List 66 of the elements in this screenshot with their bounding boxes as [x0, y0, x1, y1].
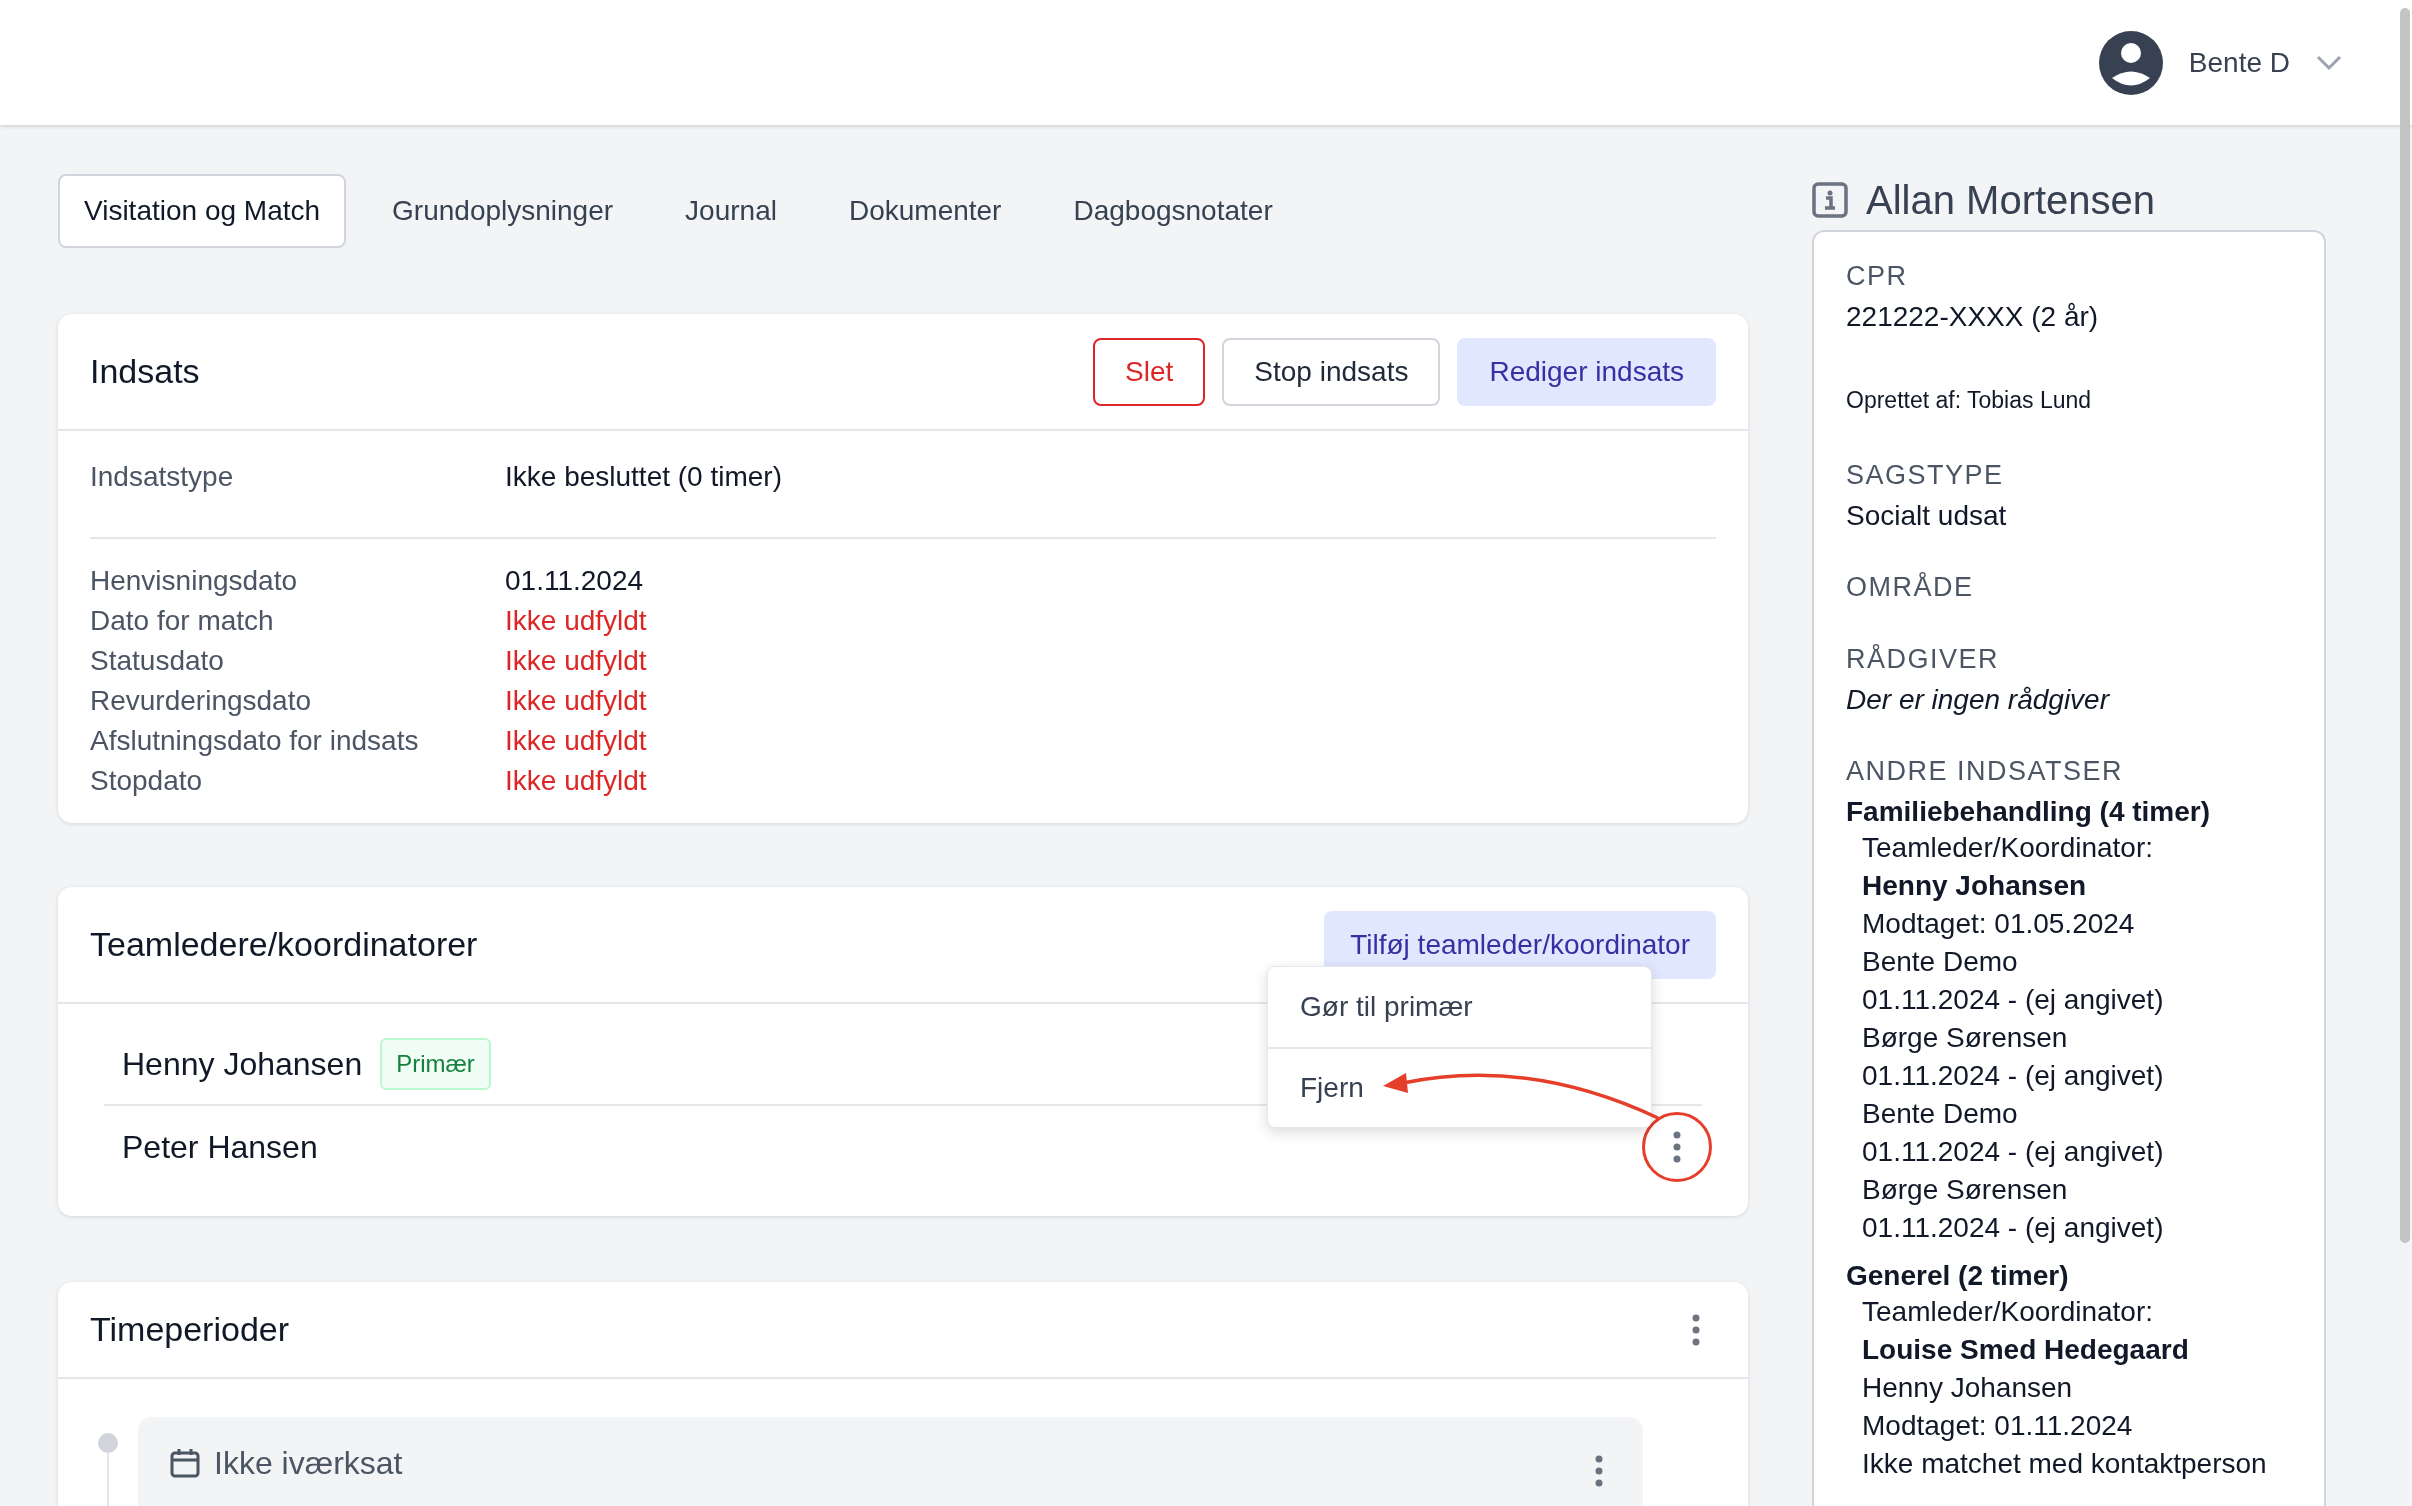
- detail-line: 01.11.2024 - (ej angivet): [1861, 1059, 2165, 1093]
- detail-line: Teamleder/Koordinator:: [1861, 831, 2155, 865]
- field-value: Der er ingen rådgiver: [1846, 683, 2111, 717]
- member-name: Henny Johansen: [122, 1045, 363, 1084]
- field-label: Afslutningsdato for indsats: [90, 724, 420, 758]
- field-label: Revurderingsdato: [90, 684, 313, 718]
- field-value: Ikke udfyldt: [505, 764, 647, 798]
- detail-line: Louise Smed Hedegaard: [1861, 1333, 2190, 1367]
- detail-line: Bente Demo: [1861, 1097, 2019, 1131]
- field-value: 221222-XXXX (2 år): [1846, 300, 2100, 334]
- field-label: Statusdato: [90, 644, 225, 678]
- status-badge: Primær: [380, 1038, 491, 1090]
- detail-line: Ikke matchet med kontaktperson: [1861, 1447, 2268, 1481]
- calendar-icon: [170, 1448, 200, 1478]
- detail-line: Bente Demo: [1861, 945, 2019, 979]
- field-value: Ikke udfyldt: [505, 724, 647, 758]
- user-name[interactable]: Bente D: [2188, 41, 2290, 84]
- section-label: ANDRE INDSATSER: [1846, 755, 2125, 788]
- action-button[interactable]: Rediger indsats: [1457, 337, 1716, 406]
- field-value: Ikke udfyldt: [505, 684, 647, 718]
- tab[interactable]: Dagbogsnotater: [1047, 174, 1299, 248]
- section-label: SAGSTYPE: [1846, 459, 2005, 492]
- other-indsats-title: Familiebehandling (4 timer): [1846, 795, 2212, 829]
- detail-line: Modtaget: 01.11.2024: [1861, 1409, 2134, 1443]
- detail-line: Børge Sørensen: [1861, 1173, 2069, 1207]
- field-value: Ikke besluttet (0 timer): [505, 460, 782, 494]
- more-icon: [1673, 1131, 1681, 1163]
- field-label: Indsatstype: [90, 460, 235, 494]
- field-label: Stopdato: [90, 764, 204, 798]
- period-label: Ikke iværksat: [214, 1444, 403, 1483]
- detail-line: 01.11.2024 - (ej angivet): [1861, 983, 2165, 1017]
- detail-line: Henny Johansen: [1861, 869, 2088, 903]
- field-value: Socialt udsat: [1846, 499, 2008, 533]
- scrollbar-thumb[interactable]: [2400, 8, 2410, 1243]
- detail-line: 01.11.2024 - (ej angivet): [1861, 1135, 2165, 1169]
- detail-line: 01.11.2024 - (ej angivet): [1861, 1211, 2165, 1245]
- detail-line: Henny Johansen: [1861, 1371, 2074, 1405]
- field-value: Ikke udfyldt: [505, 604, 647, 638]
- section-label: OMRÅDE: [1846, 571, 1975, 604]
- user-avatar-icon[interactable]: [2098, 30, 2163, 95]
- tab[interactable]: Dokumenter: [822, 174, 1028, 248]
- field-value: Ikke udfyldt: [505, 644, 647, 678]
- section-label: CPR: [1846, 260, 1909, 293]
- tab[interactable]: Visitation og Match: [58, 174, 347, 248]
- field-value: 01.11.2024: [505, 564, 644, 598]
- field-label: Henvisningsdato: [90, 564, 299, 598]
- card-title: Teamledere/koordinatorer: [90, 924, 478, 965]
- tab[interactable]: Grundoplysninger: [366, 174, 640, 248]
- action-button[interactable]: Stop indsats: [1222, 337, 1441, 406]
- section-label: RÅDGIVER: [1846, 643, 2001, 676]
- detail-line: Børge Sørensen: [1861, 1021, 2069, 1055]
- created-by-text: Oprettet af: Tobias Lund: [1846, 386, 2093, 415]
- detail-line: Teamleder/Koordinator:: [1861, 1295, 2155, 1329]
- more-icon: [1692, 1313, 1700, 1346]
- info-icon: [1812, 182, 1848, 218]
- more-icon: [1595, 1455, 1603, 1487]
- card-title: Indsats: [90, 351, 200, 392]
- detail-line: Modtaget: 01.05.2024: [1861, 907, 2136, 941]
- person-name: Allan Mortensen: [1866, 177, 2156, 224]
- action-button[interactable]: Slet: [1093, 337, 1206, 406]
- field-label: Dato for match: [90, 604, 275, 638]
- other-indsats-title: Generel (2 timer): [1846, 1259, 2070, 1293]
- tab[interactable]: Journal: [659, 174, 803, 248]
- card-title: Timeperioder: [90, 1309, 290, 1350]
- member-name: Peter Hansen: [122, 1128, 318, 1167]
- chevron-down-icon[interactable]: [2316, 54, 2342, 71]
